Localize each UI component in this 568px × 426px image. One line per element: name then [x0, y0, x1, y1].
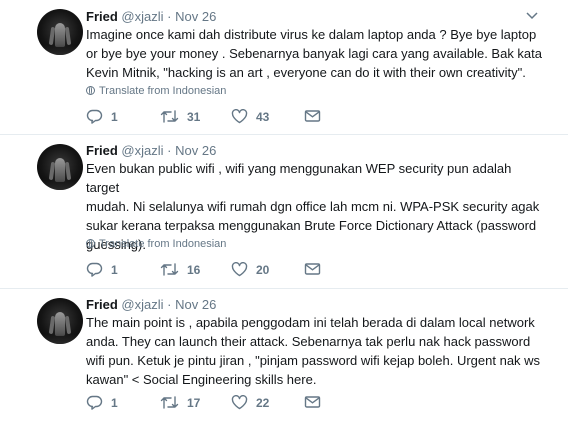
envelope-icon: [304, 263, 321, 275]
globe-icon: [86, 239, 95, 248]
tweet-3[interactable]: Fried @xjazli · Nov 26 The main point is…: [0, 289, 568, 426]
envelope-icon: [304, 396, 321, 408]
avatar-figure-right: [64, 161, 72, 181]
reply-count: 1: [111, 109, 118, 124]
avatar-figure-right: [64, 26, 72, 46]
tweet-text-line: kawan" < Social Engineering skills here.: [86, 372, 317, 387]
timestamp[interactable]: Nov 26: [175, 297, 216, 312]
like-count: 20: [256, 262, 270, 277]
retweet-count: 16: [187, 262, 201, 277]
display-name[interactable]: Fried: [86, 143, 118, 158]
separator: ·: [167, 9, 172, 24]
reply-count: 1: [111, 262, 118, 277]
username[interactable]: @xjazli: [121, 297, 163, 312]
avatar-glow: [37, 45, 83, 55]
like-button[interactable]: 43: [231, 109, 269, 124]
reply-button[interactable]: 1: [86, 262, 118, 277]
reply-icon: [86, 109, 103, 124]
retweet-count: 17: [187, 395, 201, 410]
avatar-figure: [55, 23, 65, 47]
direct-message-button[interactable]: [304, 395, 321, 409]
tweet-text-line: Kevin Mitnik, "hacking is an art , every…: [86, 65, 526, 80]
retweet-icon: [160, 263, 179, 276]
reply-button[interactable]: 1: [86, 109, 118, 124]
reply-icon: [86, 262, 103, 277]
translate-link[interactable]: Translate from Indonesian: [86, 85, 226, 98]
retweet-button[interactable]: 31: [160, 109, 200, 124]
separator: ·: [167, 143, 172, 158]
reply-button[interactable]: 1: [86, 395, 118, 410]
retweet-icon: [160, 396, 179, 409]
username[interactable]: @xjazli: [121, 143, 163, 158]
avatar-glow: [37, 180, 83, 190]
like-button[interactable]: 20: [231, 262, 269, 277]
direct-message-button[interactable]: [304, 109, 321, 123]
tweet-text: Imagine once kami dah distribute virus k…: [86, 25, 542, 82]
tweet-text-line: anda. They can launch their attack. Sebe…: [86, 334, 531, 349]
tweet-header: Fried @xjazli · Nov 26: [86, 9, 216, 25]
tweet-2[interactable]: Fried @xjazli · Nov 26 Even bukan public…: [0, 135, 568, 288]
retweet-button[interactable]: 17: [160, 395, 200, 410]
tweet-text-line: Imagine once kami dah distribute virus k…: [86, 27, 537, 42]
timestamp[interactable]: Nov 26: [175, 9, 216, 24]
like-count: 43: [256, 109, 270, 124]
chevron-down-icon[interactable]: [526, 9, 538, 23]
avatar[interactable]: [37, 298, 83, 344]
separator: ·: [167, 297, 172, 312]
avatar-figure: [55, 312, 65, 336]
avatar[interactable]: [37, 144, 83, 190]
tweet-text-line: sukar kerana terpaksa menggunakan Brute …: [86, 218, 537, 233]
avatar-figure: [55, 158, 65, 182]
tweet-text-line: mudah. Ni selalunya wifi rumah dgn offic…: [86, 199, 540, 214]
timestamp[interactable]: Nov 26: [175, 143, 216, 158]
tweet-text: The main point is , apabila penggodam in…: [86, 313, 542, 389]
tweet-header: Fried @xjazli · Nov 26: [86, 297, 216, 313]
globe-icon: [86, 86, 95, 95]
avatar-figure-right: [64, 315, 72, 335]
display-name[interactable]: Fried: [86, 9, 118, 24]
direct-message-button[interactable]: [304, 262, 321, 276]
tweet-text-line: Even bukan public wifi , wifi yang mengg…: [86, 161, 512, 195]
tweet-text-line: The main point is , apabila penggodam in…: [86, 315, 535, 330]
reply-icon: [86, 395, 103, 410]
tweet-text-line: or bye bye your money . Sebenarnya banya…: [86, 46, 542, 61]
envelope-icon: [304, 110, 321, 122]
avatar[interactable]: [37, 9, 83, 55]
like-count: 22: [256, 395, 270, 410]
heart-icon: [231, 109, 248, 124]
translate-label: Translate from Indonesian: [99, 85, 227, 97]
heart-icon: [231, 262, 248, 277]
tweet-1[interactable]: Fried @xjazli · Nov 26 Imagine once kami…: [0, 0, 568, 134]
retweet-icon: [160, 110, 179, 123]
username[interactable]: @xjazli: [121, 9, 163, 24]
like-button[interactable]: 22: [231, 395, 269, 410]
retweet-count: 31: [187, 109, 201, 124]
translate-label: Translate from Indonesian: [99, 238, 227, 250]
tweet-text-line: wifi pun. Ketuk je pintu jiran , "pinjam…: [86, 353, 541, 368]
heart-icon: [231, 395, 248, 410]
translate-link[interactable]: Translate from Indonesian: [86, 238, 226, 251]
display-name[interactable]: Fried: [86, 297, 118, 312]
retweet-button[interactable]: 16: [160, 262, 200, 277]
reply-count: 1: [111, 395, 118, 410]
avatar-glow: [37, 334, 83, 344]
tweet-header: Fried @xjazli · Nov 26: [86, 143, 216, 159]
